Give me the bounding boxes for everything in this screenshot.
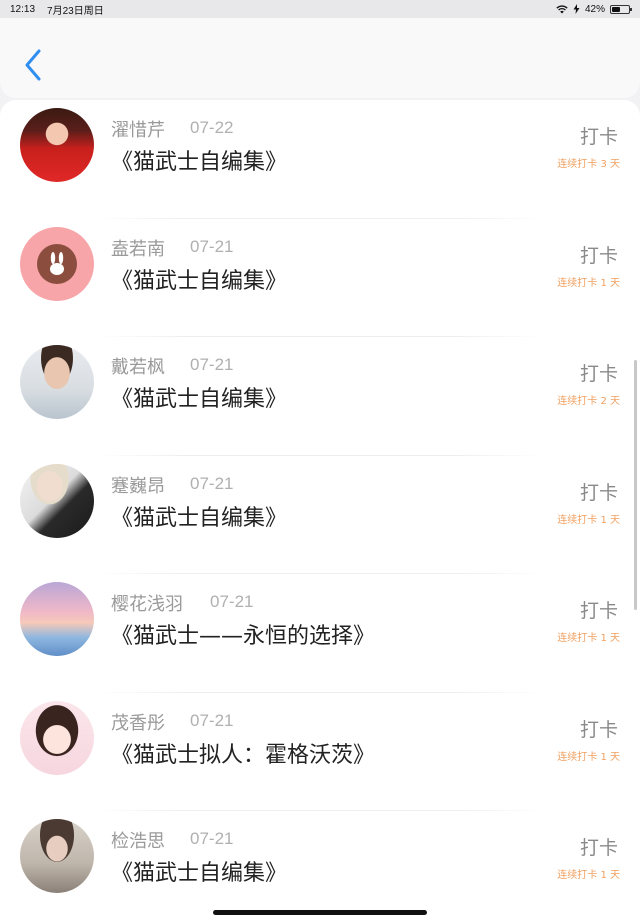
wifi-icon (556, 4, 568, 13)
streak-label: 连续打卡 1 天 (557, 870, 620, 881)
entry-date: 07-21 (190, 236, 234, 256)
checkin-button[interactable]: 打卡 (580, 241, 618, 268)
streak-label: 连续打卡 1 天 (557, 514, 620, 526)
battery-percent: 42% (584, 3, 605, 15)
status-time: 12:13 (10, 3, 36, 15)
streak-label: 连续打卡 3 天 (557, 159, 620, 170)
entry-date: 07-21 (190, 829, 234, 848)
checkin-button[interactable]: 打卡 (580, 715, 618, 742)
status-bar: 12:13 7月23日周日 42% (0, 0, 640, 18)
entry-date: 07-21 (210, 592, 254, 611)
list-item[interactable]: 盍若南 07-21 《猫武士自编集》 打卡 连续打卡 1 天 (0, 219, 640, 337)
user-name[interactable]: 检浩思 (111, 827, 165, 853)
entry-date: 07-21 (190, 355, 234, 374)
scrollbar[interactable] (634, 360, 637, 610)
book-title[interactable]: 《猫武士拟人：霍格沃茨》 (111, 737, 375, 769)
list-item[interactable]: 樱花浅羽 07-21 《猫武士——永恒的选择》 打卡 连续打卡 1 天 (0, 574, 640, 693)
user-name[interactable]: 蹇巍昂 (111, 472, 165, 498)
chevron-left-icon (25, 49, 41, 81)
checkin-button[interactable]: 打卡 (580, 359, 618, 386)
avatar[interactable] (20, 226, 94, 301)
list-item[interactable]: 茂香彤 07-21 《猫武士拟人：霍格沃茨》 打卡 连续打卡 1 天 (0, 693, 640, 811)
avatar[interactable] (20, 700, 94, 775)
avatar[interactable] (20, 463, 94, 538)
book-title[interactable]: 《猫武士自编集》 (111, 500, 287, 532)
streak-label: 连续打卡 1 天 (557, 277, 620, 289)
home-indicator[interactable] (213, 910, 427, 915)
list-item[interactable]: 检浩思 07-21 《猫武士自编集》 打卡 连续打卡 1 天 (0, 811, 640, 921)
checkin-button[interactable]: 打卡 (580, 833, 618, 860)
user-name[interactable]: 盍若南 (111, 235, 165, 261)
status-indicators: 42% (556, 3, 632, 15)
entry-date: 07-21 (190, 473, 234, 493)
streak-label: 连续打卡 2 天 (557, 396, 620, 407)
user-name[interactable]: 樱花浅羽 (111, 590, 183, 616)
book-title[interactable]: 《猫武士自编集》 (111, 144, 287, 176)
charging-icon (573, 4, 580, 14)
checkin-button[interactable]: 打卡 (580, 478, 618, 505)
avatar[interactable] (20, 345, 94, 419)
navigation-bar (0, 18, 640, 98)
list-item[interactable]: 戴若枫 07-21 《猫武士自编集》 打卡 连续打卡 2 天 (0, 337, 640, 456)
book-title[interactable]: 《猫武士自编集》 (111, 855, 287, 887)
checkin-button[interactable]: 打卡 (580, 122, 618, 149)
streak-label: 连续打卡 1 天 (557, 751, 620, 763)
book-title[interactable]: 《猫武士自编集》 (111, 263, 287, 295)
entry-date: 07-21 (190, 710, 234, 730)
battery-icon (610, 4, 632, 14)
avatar[interactable] (20, 582, 94, 656)
avatar[interactable] (20, 108, 94, 182)
book-title[interactable]: 《猫武士自编集》 (111, 381, 287, 413)
list-item[interactable]: 濯惜芹 07-22 《猫武士自编集》 打卡 连续打卡 3 天 (0, 100, 640, 219)
checkin-button[interactable]: 打卡 (580, 596, 618, 623)
avatar[interactable] (20, 819, 94, 893)
entry-date: 07-22 (190, 118, 234, 137)
status-date: 7月23日周日 (47, 5, 104, 17)
user-name[interactable]: 濯惜芹 (111, 116, 165, 142)
user-name[interactable]: 茂香彤 (111, 709, 165, 735)
back-button[interactable] (22, 48, 46, 82)
list-item[interactable]: 蹇巍昂 07-21 《猫武士自编集》 打卡 连续打卡 1 天 (0, 456, 640, 574)
bunny-icon (37, 243, 77, 284)
streak-label: 连续打卡 1 天 (557, 633, 620, 644)
checkin-list: 濯惜芹 07-22 《猫武士自编集》 打卡 连续打卡 3 天 盍若南 07-21… (0, 100, 640, 921)
user-name[interactable]: 戴若枫 (111, 353, 165, 379)
book-title[interactable]: 《猫武士——永恒的选择》 (111, 618, 375, 650)
